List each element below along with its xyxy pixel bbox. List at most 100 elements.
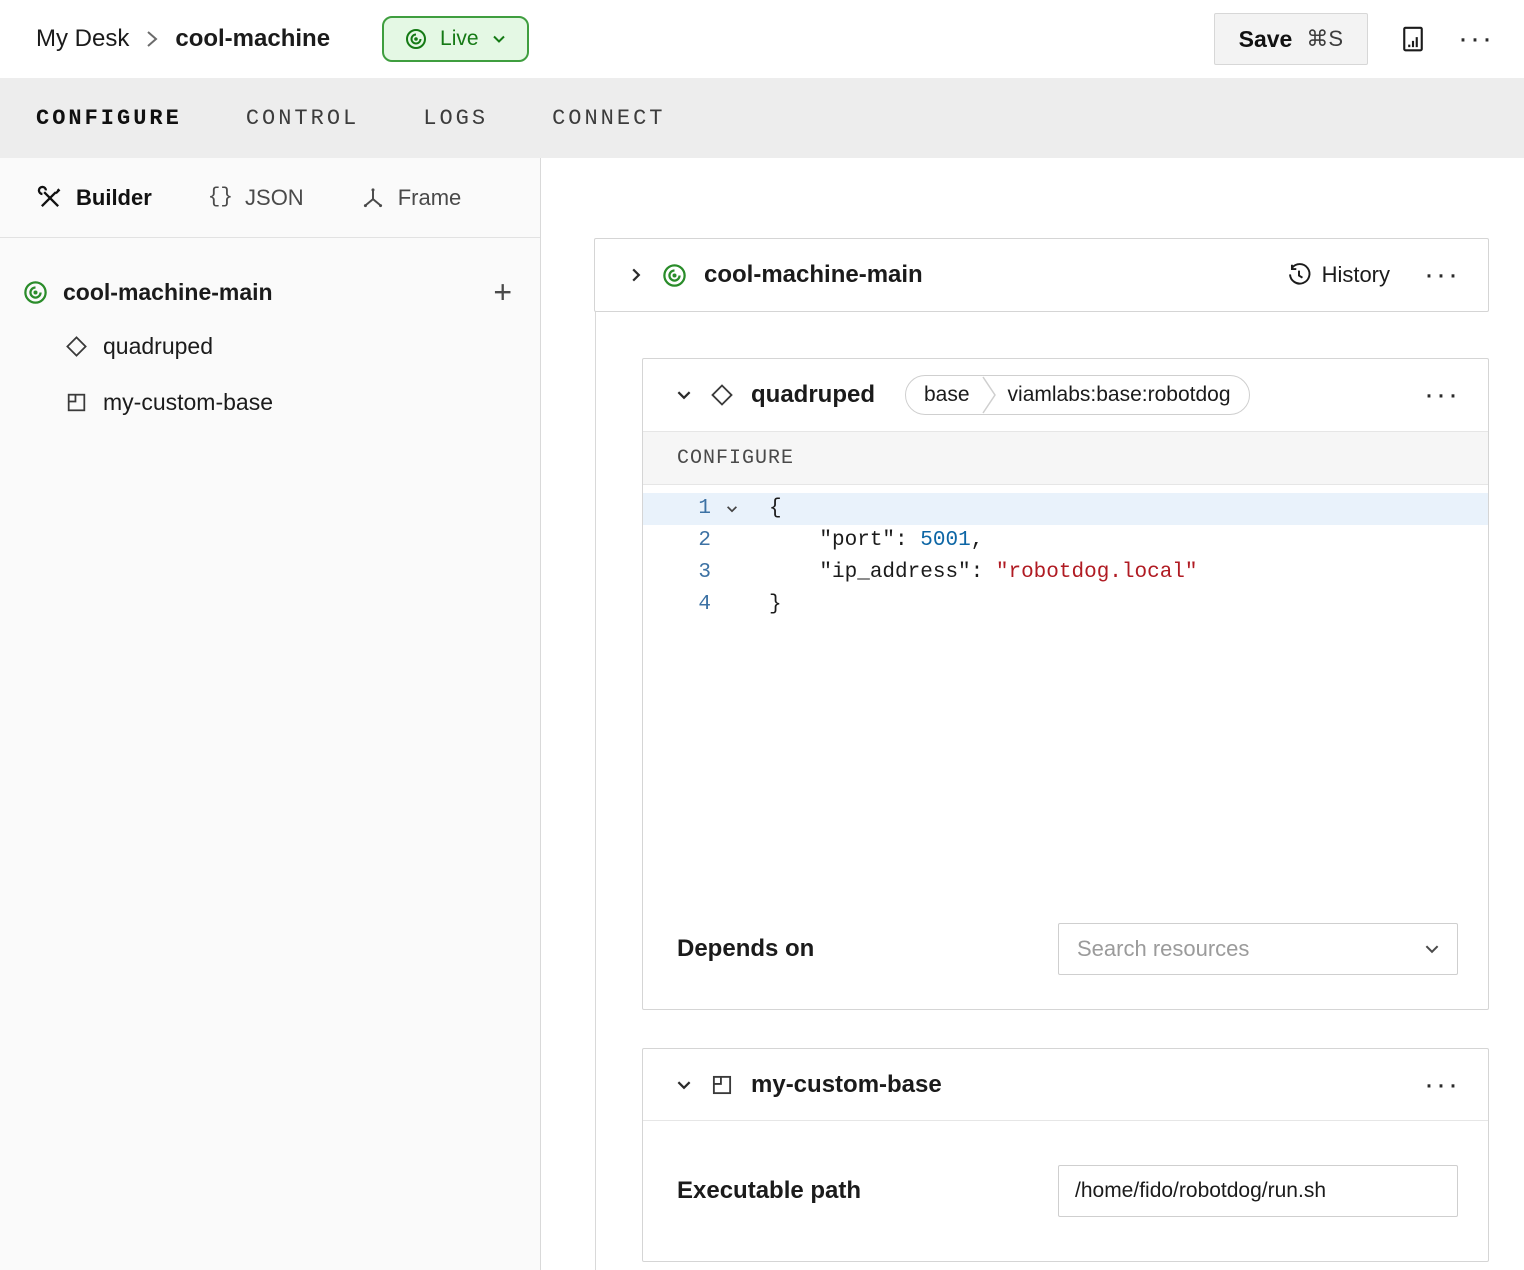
frame-mode-label: Frame bbox=[398, 185, 462, 211]
chevron-down-icon bbox=[1423, 940, 1441, 958]
line-number: 1 bbox=[643, 493, 711, 525]
line-number: 2 bbox=[643, 525, 711, 557]
builder-mode-button[interactable]: Builder bbox=[36, 184, 152, 212]
breadcrumb-org-link[interactable]: My Desk bbox=[36, 25, 129, 53]
tree-item-machine-main[interactable]: cool-machine-main + bbox=[22, 266, 520, 318]
history-label: History bbox=[1322, 262, 1390, 288]
line-number: 3 bbox=[643, 557, 711, 589]
card-actions: ··· bbox=[1424, 380, 1460, 410]
depends-on-label: Depends on bbox=[677, 923, 814, 975]
overflow-menu-button[interactable]: ··· bbox=[1458, 24, 1494, 54]
frame-mode-button[interactable]: Frame bbox=[360, 185, 462, 211]
machine-main-card: cool-machine-main History ··· bbox=[594, 238, 1489, 312]
select-placeholder: Search resources bbox=[1077, 936, 1249, 962]
topbar-actions: Save ⌘S ··· bbox=[1214, 13, 1494, 65]
tree-item-label: my-custom-base bbox=[103, 389, 273, 416]
badge-type: base bbox=[924, 383, 970, 407]
resource-tree: cool-machine-main + quadruped my-custom-… bbox=[0, 238, 540, 430]
machine-tabbar: CONFIGURE CONTROL LOGS CONNECT bbox=[0, 78, 1524, 158]
collapse-card-button[interactable] bbox=[675, 1076, 693, 1094]
attributes-code-editor[interactable]: 1 { 2 "port": 5001, 3 "ip_address": "rob… bbox=[643, 485, 1488, 923]
code-text: "ip_address": "robotdog.local" bbox=[753, 557, 1198, 589]
tools-icon bbox=[36, 184, 64, 212]
configure-section-label: CONFIGURE bbox=[643, 431, 1488, 485]
config-main-panel: cool-machine-main History ··· bbox=[541, 158, 1524, 1270]
tab-logs[interactable]: LOGS bbox=[423, 106, 488, 131]
module-square-icon bbox=[709, 1072, 735, 1098]
history-clock-icon bbox=[1286, 262, 1312, 288]
fold-toggle[interactable] bbox=[711, 493, 753, 525]
card-overflow-button[interactable]: ··· bbox=[1424, 380, 1460, 410]
module-square-icon bbox=[64, 390, 89, 415]
top-header: My Desk cool-machine Live Save ⌘S ··· bbox=[0, 0, 1524, 78]
machine-part-icon bbox=[22, 279, 49, 306]
collapse-card-button[interactable] bbox=[675, 386, 693, 404]
tree-item-label: quadruped bbox=[103, 333, 213, 360]
live-status-button[interactable]: Live bbox=[382, 16, 529, 62]
frame-axes-icon bbox=[360, 185, 386, 211]
tab-connect[interactable]: CONNECT bbox=[552, 106, 665, 131]
model-badge: base viamlabs:base:robotdog bbox=[905, 375, 1250, 415]
save-button[interactable]: Save ⌘S bbox=[1214, 13, 1368, 65]
my-custom-base-card-header: my-custom-base ··· bbox=[643, 1049, 1488, 1121]
tree-item-quadruped[interactable]: quadruped bbox=[22, 318, 520, 374]
badge-divider bbox=[982, 376, 996, 414]
history-button[interactable]: History bbox=[1286, 262, 1390, 288]
code-line: 2 "port": 5001, bbox=[643, 525, 1488, 557]
fold-chevron-icon bbox=[725, 502, 739, 516]
json-mode-label: JSON bbox=[245, 185, 304, 211]
component-diamond-icon bbox=[709, 382, 735, 408]
live-icon bbox=[404, 27, 428, 51]
document-chart-icon bbox=[1398, 24, 1428, 54]
resource-sidebar: Builder {} JSON Frame bbox=[0, 158, 541, 1270]
code-text: "port": 5001, bbox=[753, 525, 983, 557]
code-line: 1 { bbox=[643, 493, 1488, 525]
badge-model: viamlabs:base:robotdog bbox=[1008, 383, 1231, 407]
my-custom-base-card: my-custom-base ··· Executable path bbox=[642, 1048, 1489, 1262]
quadruped-card-header: quadruped base viamlabs:base:robotdog ··… bbox=[643, 359, 1488, 431]
card-title: cool-machine-main bbox=[704, 261, 923, 289]
code-text: { bbox=[753, 493, 782, 525]
builder-mode-label: Builder bbox=[76, 185, 152, 211]
card-actions: ··· bbox=[1424, 1070, 1460, 1100]
json-mode-button[interactable]: {} JSON bbox=[208, 185, 304, 211]
card-actions: History ··· bbox=[1286, 260, 1460, 290]
chevron-right-icon bbox=[627, 266, 645, 284]
card-title: my-custom-base bbox=[751, 1071, 942, 1099]
sidebar-mode-toolbar: Builder {} JSON Frame bbox=[0, 158, 540, 238]
live-label: Live bbox=[440, 27, 479, 51]
add-resource-button[interactable]: + bbox=[485, 276, 520, 308]
expand-card-button[interactable] bbox=[627, 266, 645, 284]
chevron-down-icon bbox=[675, 1076, 693, 1094]
tab-configure[interactable]: CONFIGURE bbox=[36, 106, 182, 131]
machine-part-icon bbox=[661, 262, 688, 289]
code-line: 3 "ip_address": "robotdog.local" bbox=[643, 557, 1488, 589]
machine-report-button[interactable] bbox=[1398, 24, 1428, 54]
tree-item-my-custom-base[interactable]: my-custom-base bbox=[22, 374, 520, 430]
tab-control[interactable]: CONTROL bbox=[246, 106, 359, 131]
breadcrumb: My Desk cool-machine bbox=[36, 25, 330, 53]
chevron-down-icon bbox=[675, 386, 693, 404]
breadcrumb-chevron-icon bbox=[145, 29, 159, 49]
card-overflow-button[interactable]: ··· bbox=[1424, 1070, 1460, 1100]
save-label: Save bbox=[1239, 26, 1293, 53]
component-diamond-icon bbox=[64, 334, 89, 359]
machine-main-card-header: cool-machine-main History ··· bbox=[595, 239, 1488, 311]
executable-path-input[interactable] bbox=[1058, 1165, 1458, 1217]
quadruped-card: quadruped base viamlabs:base:robotdog ··… bbox=[642, 358, 1489, 1010]
save-shortcut: ⌘S bbox=[1306, 26, 1343, 52]
breadcrumb-machine-name: cool-machine bbox=[175, 25, 330, 53]
card-overflow-button[interactable]: ··· bbox=[1424, 260, 1460, 290]
card-title: quadruped bbox=[751, 381, 875, 409]
executable-path-label: Executable path bbox=[677, 1177, 861, 1205]
code-line: 4 } bbox=[643, 589, 1488, 621]
line-number: 4 bbox=[643, 589, 711, 621]
depends-on-row: Depends on Search resources bbox=[643, 923, 1488, 1009]
tree-item-label: cool-machine-main bbox=[63, 279, 273, 306]
chevron-down-icon bbox=[491, 31, 507, 47]
depends-on-select[interactable]: Search resources bbox=[1058, 923, 1458, 975]
content-area: Builder {} JSON Frame bbox=[0, 158, 1524, 1270]
nesting-connector-line bbox=[595, 310, 596, 1270]
executable-path-row: Executable path bbox=[643, 1121, 1488, 1261]
code-text: } bbox=[753, 589, 782, 621]
